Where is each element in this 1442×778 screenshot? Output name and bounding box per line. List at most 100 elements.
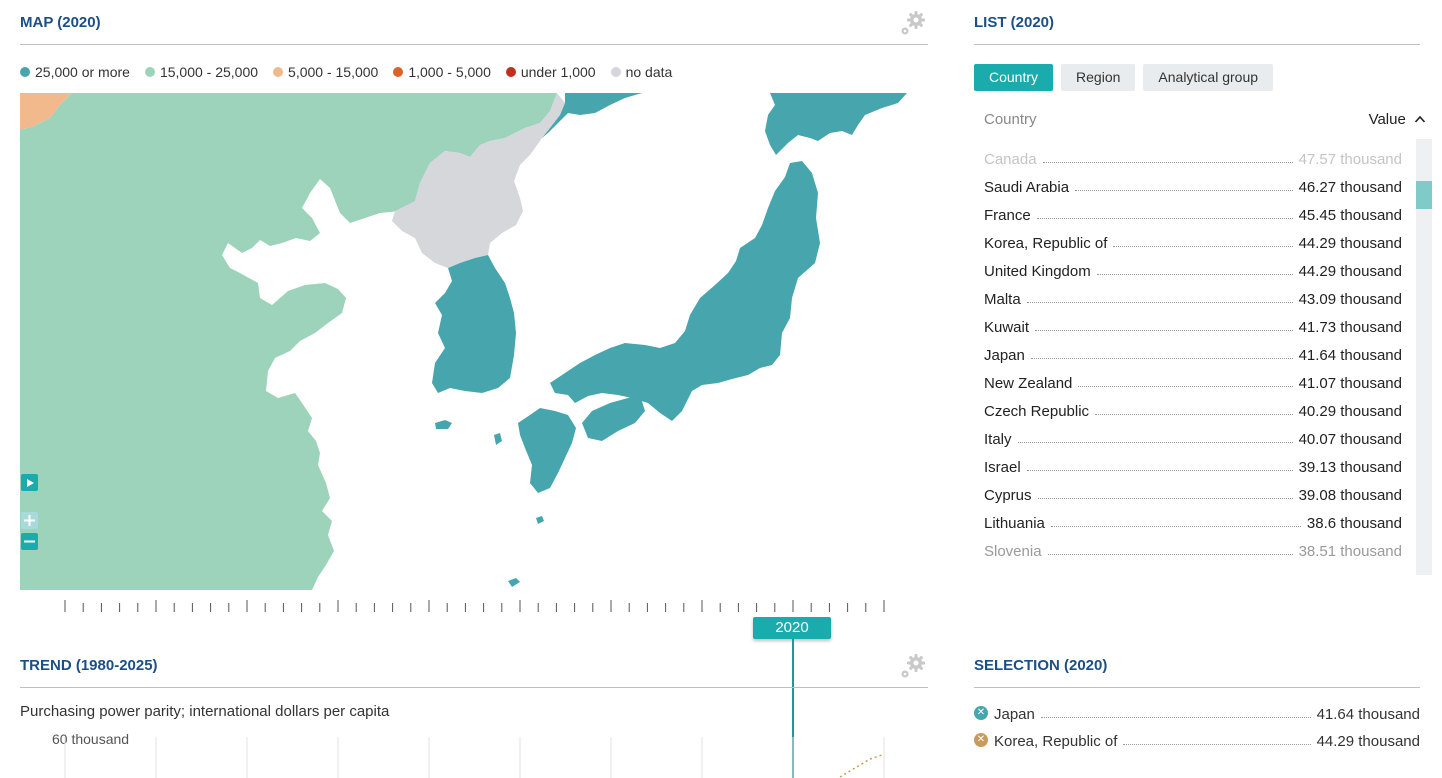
map-settings-gear-icon[interactable] xyxy=(898,9,928,39)
list-row[interactable]: New Zealand 41.07 thousand xyxy=(984,372,1402,392)
tab-analytical-group[interactable]: Analytical group xyxy=(1143,64,1274,91)
map-region-hokkaido[interactable] xyxy=(765,93,907,155)
column-header-value[interactable]: Value xyxy=(1369,111,1426,128)
leader-dots xyxy=(1050,526,1301,527)
map-region-south-korea[interactable] xyxy=(432,255,516,393)
list-row-name: New Zealand xyxy=(984,375,1073,392)
leader-dots xyxy=(1036,218,1293,219)
leader-dots xyxy=(1042,162,1293,163)
legend-label: 1,000 - 5,000 xyxy=(408,64,491,80)
list-row-value: 41.07 thousand xyxy=(1298,375,1402,392)
map-region-kyushu[interactable] xyxy=(518,408,576,493)
map-region-tsushima[interactable] xyxy=(494,433,502,445)
play-button[interactable] xyxy=(21,474,38,491)
legend-label: 5,000 - 15,000 xyxy=(288,64,379,80)
list-row[interactable]: Kuwait 41.73 thousand xyxy=(984,316,1402,336)
list-row[interactable]: Lithuania 38.6 thousand xyxy=(984,512,1402,532)
list-tabs: Country Region Analytical group xyxy=(974,64,1274,91)
trend-settings-gear-icon[interactable] xyxy=(898,652,928,682)
selection-title: SELECTION (2020) xyxy=(974,657,1108,674)
zoom-in-button[interactable] xyxy=(21,512,38,529)
leader-dots xyxy=(1123,744,1311,745)
list-row-value: 39.08 thousand xyxy=(1298,487,1402,504)
timeline-slider[interactable] xyxy=(20,598,928,614)
list-title: LIST (2020) xyxy=(974,14,1055,31)
leader-dots xyxy=(1026,302,1293,303)
list-row-name: Slovenia xyxy=(984,543,1042,560)
list-scrollbar[interactable] xyxy=(1416,139,1432,575)
list-row-value: 45.45 thousand xyxy=(1298,207,1402,224)
legend-label: under 1,000 xyxy=(520,64,596,80)
map-region-jeju[interactable] xyxy=(435,420,452,429)
list-row[interactable]: Czech Republic 40.29 thousand xyxy=(984,400,1402,420)
legend-item-no-data[interactable]: no data xyxy=(610,64,672,80)
map-region-tanegashima[interactable] xyxy=(536,516,544,524)
list-row-name: Saudi Arabia xyxy=(984,179,1070,196)
selection-item-name: Japan xyxy=(994,706,1035,723)
map-region-amami[interactable] xyxy=(508,578,520,587)
legend-swatch xyxy=(273,67,284,77)
map-region-honshu[interactable] xyxy=(550,161,820,421)
list-row[interactable]: Korea, Republic of 44.29 thousand xyxy=(984,232,1402,252)
list-row-value: 38.51 thousand xyxy=(1298,543,1402,560)
list-row[interactable]: Italy 40.07 thousand xyxy=(984,428,1402,448)
zoom-out-button[interactable] xyxy=(21,533,38,550)
close-icon[interactable]: ✕ xyxy=(974,706,988,720)
map-region-shikoku[interactable] xyxy=(582,395,645,441)
map-canvas[interactable] xyxy=(20,93,928,590)
map-svg[interactable] xyxy=(20,93,928,590)
legend-item-1000-5000[interactable]: 1,000 - 5,000 xyxy=(393,64,491,80)
list-header: Country Value xyxy=(984,111,1426,131)
list-row-name: Malta xyxy=(984,291,1021,308)
list-row-name: Korea, Republic of xyxy=(984,235,1108,252)
legend-swatch xyxy=(505,67,516,77)
legend-swatch xyxy=(610,67,621,77)
selection-item[interactable]: ✕ Korea, Republic of 44.29 thousand xyxy=(974,730,1420,750)
list-row-name: Czech Republic xyxy=(984,403,1090,420)
country-list[interactable]: Canada 47.57 thousand Saudi Arabia 46.27 th… xyxy=(984,148,1402,576)
map-legend: 25,000 or more 15,000 - 25,000 5,000 - 1… xyxy=(20,64,672,80)
list-row[interactable]: Japan 41.64 thousand xyxy=(984,344,1402,364)
trend-unit-label: Purchasing power parity; international d… xyxy=(20,703,390,720)
list-row[interactable]: Cyprus 39.08 thousand xyxy=(984,484,1402,504)
leader-dots xyxy=(1035,330,1293,331)
timeline-year-handle[interactable]: 2020 xyxy=(753,617,831,639)
minus-icon xyxy=(24,540,35,543)
leader-dots xyxy=(1040,717,1311,718)
list-row-name: Italy xyxy=(984,431,1012,448)
list-row[interactable]: Saudi Arabia 46.27 thousand xyxy=(984,176,1402,196)
list-row[interactable]: Israel 39.13 thousand xyxy=(984,456,1402,476)
list-row-name: United Kingdom xyxy=(984,263,1091,280)
close-icon[interactable]: ✕ xyxy=(974,733,988,747)
list-row[interactable]: Canada 47.57 thousand xyxy=(984,148,1402,168)
selection-item-name: Korea, Republic of xyxy=(994,733,1118,750)
list-row-name: Lithuania xyxy=(984,515,1045,532)
list-row-value: 44.29 thousand xyxy=(1298,263,1402,280)
tab-region[interactable]: Region xyxy=(1061,64,1136,91)
selection-item-value: 44.29 thousand xyxy=(1316,733,1420,750)
leader-dots xyxy=(1017,442,1293,443)
list-row[interactable]: France 45.45 thousand xyxy=(984,204,1402,224)
list-scrollbar-thumb[interactable] xyxy=(1416,181,1432,209)
legend-item-under-1000[interactable]: under 1,000 xyxy=(505,64,596,80)
list-row[interactable]: United Kingdom 44.29 thousand xyxy=(984,260,1402,280)
chevron-up-icon xyxy=(1414,115,1426,123)
selection-item[interactable]: ✕ Japan 41.64 thousand xyxy=(974,703,1420,723)
column-header-value-label: Value xyxy=(1368,111,1406,128)
legend-item-15000-25000[interactable]: 15,000 - 25,000 xyxy=(144,64,258,80)
legend-item-5000-15000[interactable]: 5,000 - 15,000 xyxy=(273,64,378,80)
column-header-country[interactable]: Country xyxy=(984,111,1037,128)
legend-item-25000-plus[interactable]: 25,000 or more xyxy=(20,64,130,80)
list-row-name: Canada xyxy=(984,151,1037,168)
tab-country[interactable]: Country xyxy=(974,64,1054,91)
list-row[interactable]: Slovenia 38.51 thousand xyxy=(984,540,1402,560)
map-title-rule xyxy=(20,44,928,45)
list-row[interactable]: Malta 43.09 thousand xyxy=(984,288,1402,308)
plus-icon xyxy=(24,515,35,526)
selection-item-value: 41.64 thousand xyxy=(1316,706,1420,723)
map-title: MAP (2020) xyxy=(20,14,101,31)
list-row-value: 40.29 thousand xyxy=(1298,403,1402,420)
trend-title-rule xyxy=(20,687,928,688)
trend-chart[interactable] xyxy=(20,737,928,778)
list-row-name: Japan xyxy=(984,347,1025,364)
